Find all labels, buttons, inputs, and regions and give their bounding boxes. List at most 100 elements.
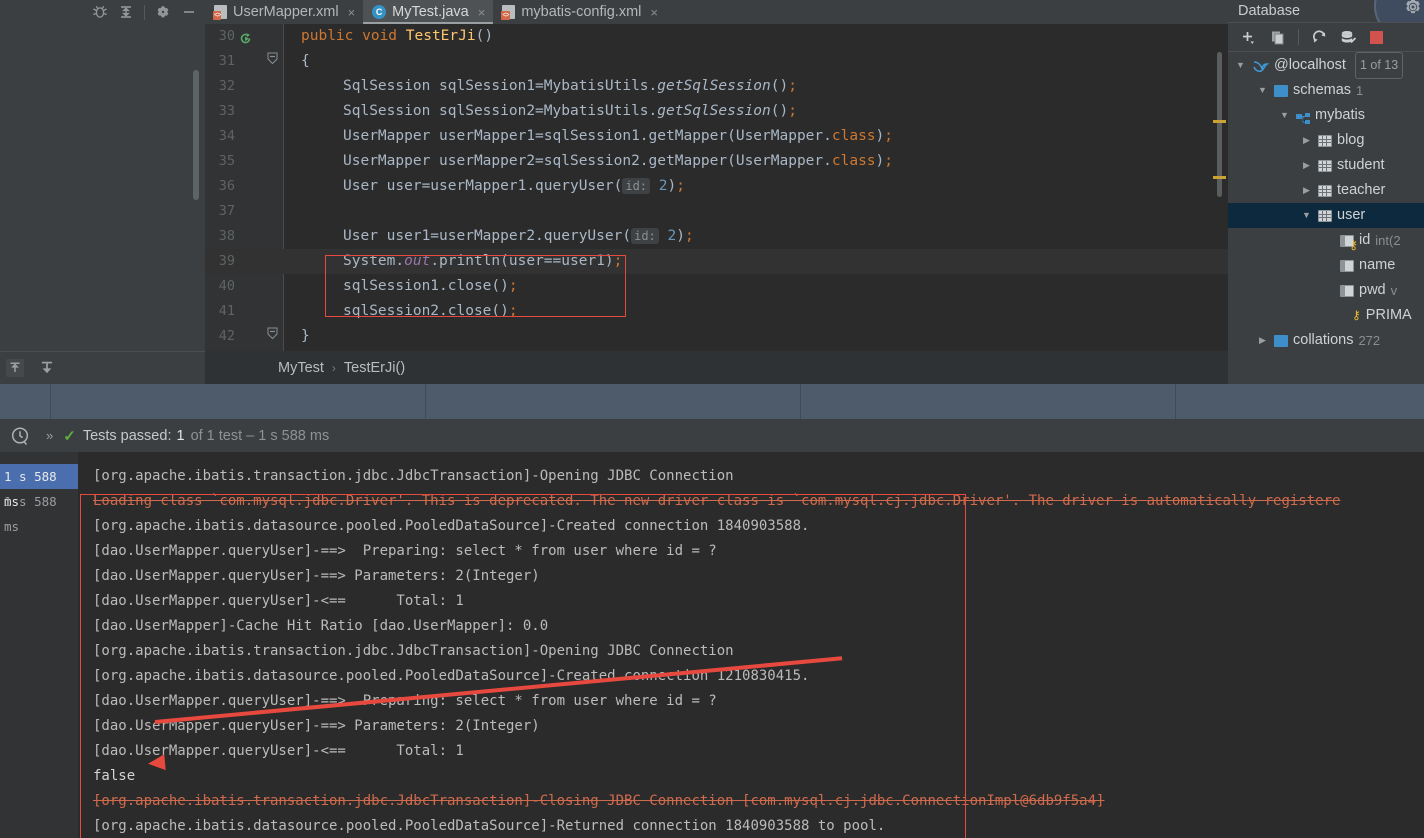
chevron-right-icon[interactable]: ▶ — [1256, 328, 1269, 353]
code-line[interactable]: 36 User user=userMapper1.queryUser(id: 2)… — [205, 174, 1228, 199]
chevron-right-icon[interactable]: ▶ — [1300, 128, 1313, 153]
db-tree-node-sublabel: v — [1390, 283, 1398, 298]
add-icon[interactable] — [1240, 29, 1257, 46]
breadcrumb: MyTest › TestErJi() — [205, 351, 1228, 384]
code-token: { — [301, 53, 310, 69]
code-lines[interactable]: 30 public void TestErJi() 31{32 SqlSession … — [205, 24, 1228, 351]
minimize-icon[interactable] — [181, 4, 197, 20]
primary-key-column-icon: ⚷ — [1340, 234, 1358, 252]
console-line: false — [93, 768, 136, 784]
code-line[interactable]: 30 public void TestErJi() — [205, 24, 1228, 49]
code-token: public — [301, 28, 363, 44]
editor-tab[interactable]: C MyTest.java × — [363, 0, 494, 24]
gear-icon[interactable] — [155, 4, 171, 20]
export-up-icon[interactable] — [6, 359, 24, 377]
chevron-right-icon[interactable]: ▶ — [1300, 178, 1313, 203]
db-tree-node[interactable]: ▶ teacher — [1228, 178, 1424, 203]
db-tree-node[interactable]: ▶ collations 272 — [1228, 328, 1424, 353]
chevron-right-icon[interactable]: ▶ — [1300, 153, 1313, 178]
code-token: getSqlSession — [657, 103, 771, 119]
code-line[interactable]: 33 SqlSession sqlSession2=MybatisUtils.ge… — [205, 99, 1228, 124]
console-lines[interactable]: [org.apache.ibatis.transaction.jdbc.Jdbc… — [93, 464, 1424, 838]
editor-warning-marker[interactable] — [1213, 176, 1226, 179]
chevron-right-icon[interactable]: » — [46, 428, 53, 443]
table-icon — [1318, 134, 1332, 147]
refresh-icon[interactable] — [1311, 29, 1328, 46]
editor-tab[interactable]: mybatis-config.xml × — [493, 0, 666, 24]
tests-passed-label: Tests passed: — [82, 427, 172, 444]
left-panel-scrollbar[interactable] — [193, 70, 199, 200]
db-tree-node[interactable]: ⚷ PRIMA — [1228, 303, 1424, 328]
code-line[interactable]: 37 — [205, 199, 1228, 224]
code-token: ) — [875, 153, 885, 169]
xml-file-icon — [501, 5, 516, 20]
code-token: sqlSession2.close() — [343, 303, 509, 319]
console-line: [dao.UserMapper.queryUser]-==> Preparing… — [93, 693, 717, 709]
db-tree-node[interactable]: ▼ user — [1228, 203, 1424, 228]
editor-tab[interactable]: UserMapper.xml × — [205, 0, 363, 24]
chevron-down-icon[interactable]: ▼ — [1234, 53, 1247, 78]
gear-icon[interactable] — [1402, 0, 1424, 18]
breadcrumb-separator-icon: › — [331, 360, 336, 375]
db-tree-node[interactable]: pwd v — [1228, 278, 1424, 303]
console-timestamp[interactable]: 1 s 588 ms — [0, 464, 78, 509]
db-tree-node-label: student — [1337, 157, 1385, 173]
db-tree-node[interactable]: ▶ blog — [1228, 128, 1424, 153]
console-line: [dao.UserMapper.queryUser]-==> Parameter… — [93, 718, 540, 734]
console-line: [org.apache.ibatis.transaction.jdbc.Jdbc… — [93, 468, 734, 484]
column-icon — [1340, 284, 1354, 297]
close-icon[interactable]: × — [478, 5, 486, 20]
java-class-icon: C — [372, 5, 387, 19]
history-icon[interactable] — [8, 424, 32, 448]
db-tools-icon[interactable] — [1340, 29, 1358, 46]
code-line[interactable]: 35 UserMapper userMapper2=sqlSession2.get… — [205, 149, 1228, 174]
code-line[interactable]: 32 SqlSession sqlSession1=MybatisUtils.ge… — [205, 74, 1228, 99]
code-line[interactable]: 40 sqlSession1.close(); — [205, 274, 1228, 299]
close-icon[interactable]: × — [650, 5, 658, 20]
code-line[interactable]: 38 User user1=userMapper2.queryUser(id: 2… — [205, 224, 1228, 249]
editor-tab-label: MyTest.java — [392, 4, 469, 20]
folder-icon — [1274, 84, 1288, 97]
database-tree[interactable]: ▼ @localhost 1 of 13 ▼ schemas 1 ▼ mybatis ▶ blog… — [1228, 52, 1424, 384]
code-token: () — [770, 103, 789, 119]
console-line: [dao.UserMapper.queryUser]-==> Preparing… — [93, 543, 717, 559]
test-status-bar: » ✓ Tests passed: 1 of 1 test – 1 s 588 … — [0, 419, 1424, 452]
code-line[interactable]: 39 System.out.println(user==user1); — [205, 249, 1228, 274]
code-editor[interactable]: 30 public void TestErJi() 31{32 SqlSession … — [205, 24, 1228, 351]
db-tree-node[interactable]: ▶ student — [1228, 153, 1424, 178]
db-tree-node-label: user — [1337, 207, 1366, 223]
stop-icon[interactable] — [1370, 30, 1383, 44]
db-connection-badge: 1 of 13 — [1354, 52, 1404, 79]
db-tree-node[interactable]: ▼ mybatis — [1228, 103, 1424, 128]
database-toolbar — [1228, 22, 1424, 52]
tests-passed-count: 1 — [176, 427, 185, 444]
chevron-down-icon[interactable]: ▼ — [1300, 203, 1313, 228]
db-tree-node[interactable]: name — [1228, 253, 1424, 278]
code-line[interactable]: 31 { — [205, 49, 1228, 74]
copy-icon[interactable] — [1269, 29, 1286, 46]
db-tree-node[interactable]: ▼ schemas 1 — [1228, 78, 1424, 103]
code-line[interactable]: 34 UserMapper userMapper1=sqlSession1.get… — [205, 124, 1228, 149]
console-timestamp[interactable]: 1 s 588 ms — [0, 489, 78, 534]
code-text: UserMapper userMapper2=sqlSession2.getMa… — [301, 149, 893, 174]
chevron-down-icon[interactable]: ▼ — [1278, 103, 1291, 128]
code-line[interactable]: 42} — [205, 324, 1228, 349]
db-tree-node[interactable]: ⚷ id int(2 — [1228, 228, 1424, 253]
fold-collapse-icon[interactable] — [267, 324, 278, 349]
code-token: ) — [875, 128, 885, 144]
breadcrumb-item-method[interactable]: TestErJi() — [344, 360, 405, 376]
close-icon[interactable]: × — [348, 5, 356, 20]
chevron-down-icon[interactable]: ▼ — [1256, 78, 1269, 103]
editor-warning-marker[interactable] — [1213, 120, 1226, 123]
code-line[interactable]: 41 sqlSession2.close(); — [205, 299, 1228, 324]
db-tree-node[interactable]: ▼ @localhost 1 of 13 — [1228, 52, 1424, 79]
breadcrumb-item-class[interactable]: MyTest — [278, 360, 324, 376]
bug-icon[interactable] — [92, 4, 108, 20]
collapse-all-icon[interactable] — [118, 4, 134, 20]
parameter-hint: id: — [631, 228, 659, 244]
console-output[interactable]: 1 s 588 ms 1 s 588 ms [org.apache.ibatis.… — [0, 452, 1424, 838]
import-down-icon[interactable] — [38, 359, 56, 377]
fold-collapse-icon[interactable] — [267, 49, 278, 74]
